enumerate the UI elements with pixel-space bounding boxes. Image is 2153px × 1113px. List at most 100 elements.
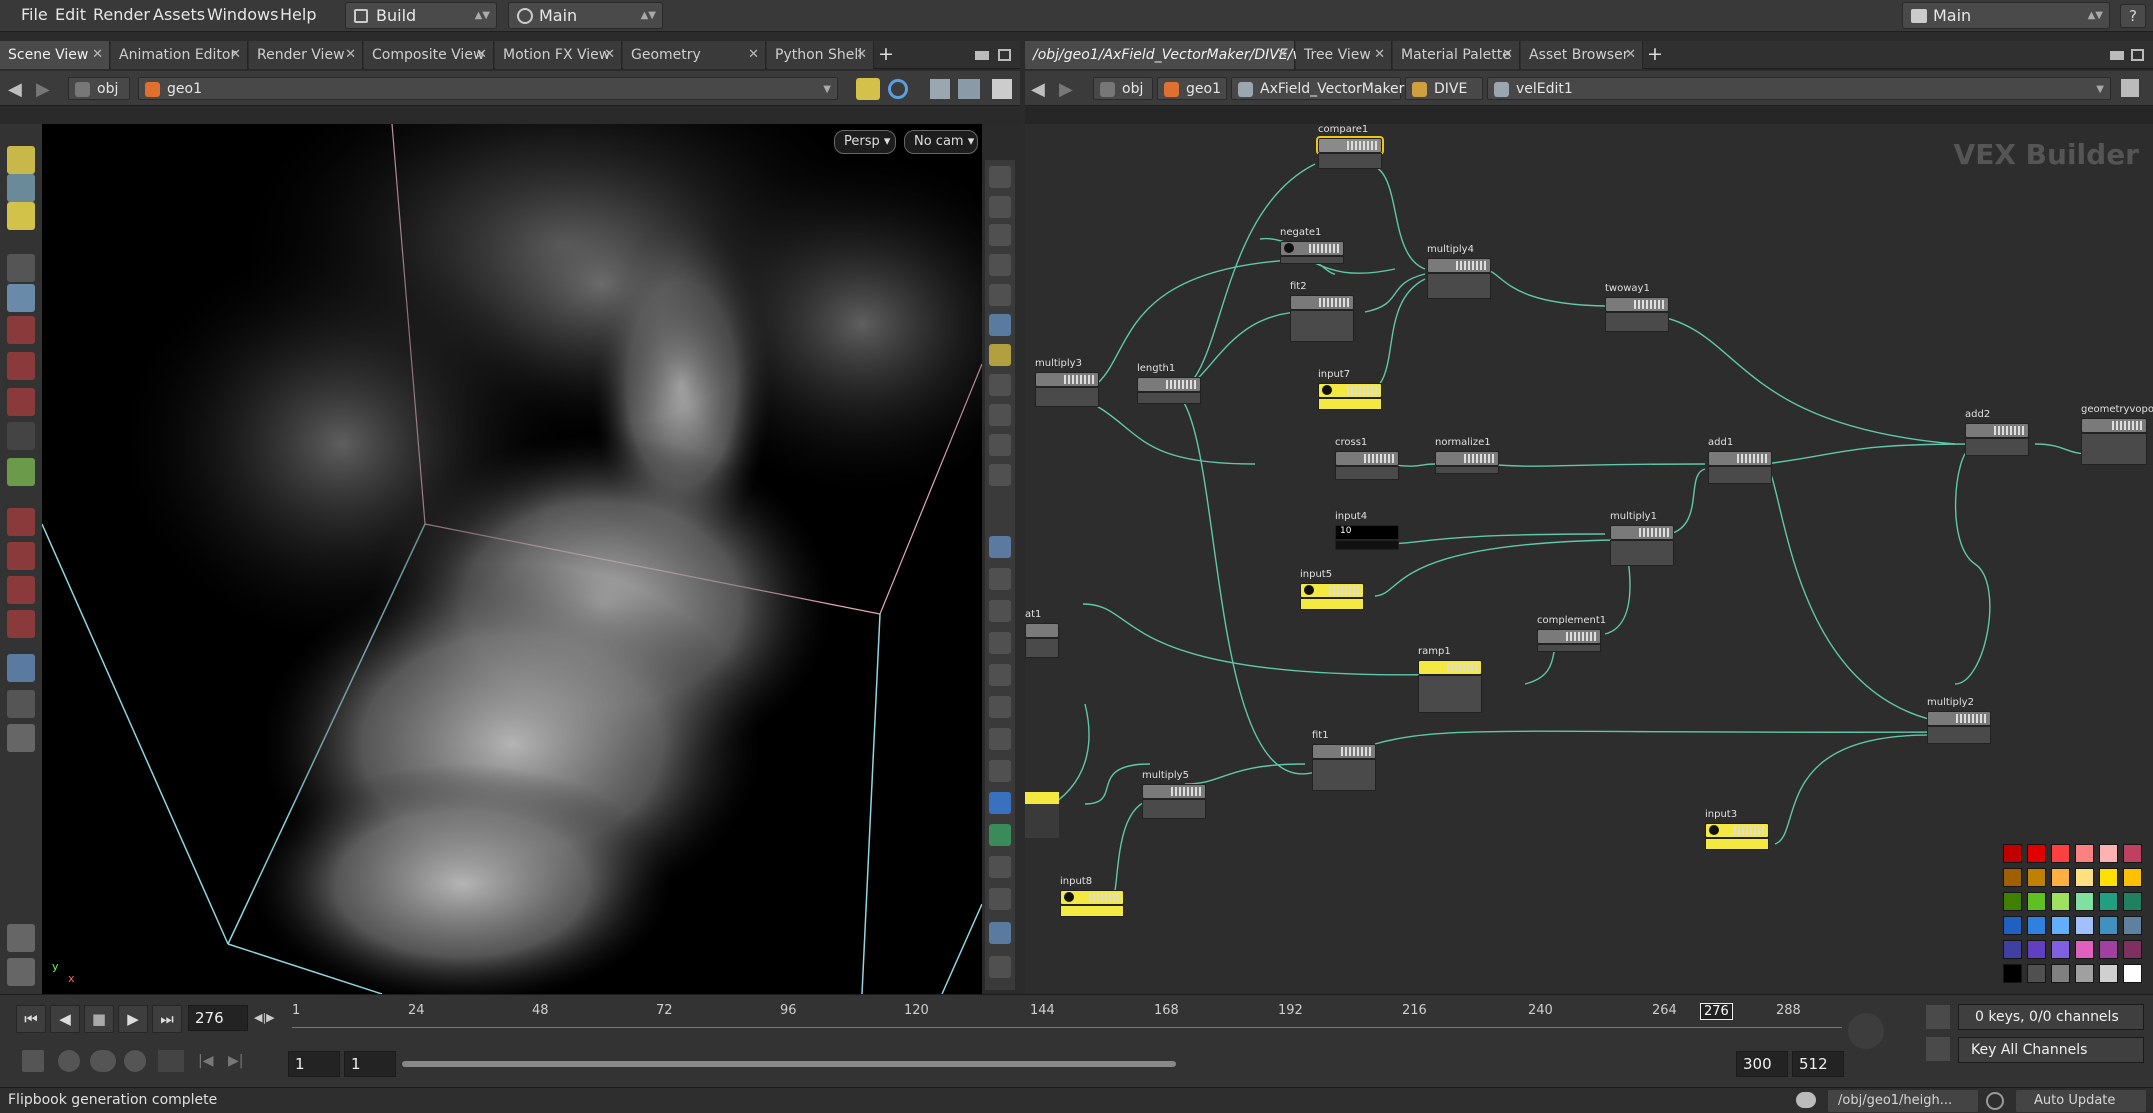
tab-render-view[interactable]: Render View ✕ xyxy=(249,41,363,69)
range-end2-field[interactable]: 512 xyxy=(1792,1051,1844,1077)
breadcrumb-geo1[interactable]: geo1 xyxy=(1157,77,1227,100)
color-swatch[interactable] xyxy=(2003,964,2022,983)
color-swatch[interactable] xyxy=(2027,940,2046,959)
primitive-numbers-icon[interactable] xyxy=(989,632,1011,654)
cam-menu[interactable]: No cam ▾ xyxy=(904,130,978,154)
color-swatch[interactable] xyxy=(2099,868,2118,887)
geometry-icon[interactable] xyxy=(7,202,35,230)
render-region-icon[interactable] xyxy=(7,690,35,718)
back-arrow-icon[interactable]: ◀ xyxy=(1031,79,1045,100)
color-swatch[interactable] xyxy=(2051,916,2070,935)
color-swatch[interactable] xyxy=(2027,964,2046,983)
color-swatch[interactable] xyxy=(2003,940,2022,959)
color-swatch[interactable] xyxy=(2075,844,2094,863)
color-swatch[interactable] xyxy=(2099,916,2118,935)
scene-viewport[interactable]: Persp ▾ No cam ▾ y x xyxy=(42,124,982,994)
menu-assets[interactable]: Assets xyxy=(153,5,205,24)
range-back-icon[interactable]: |◀ xyxy=(198,1053,213,1069)
close-icon[interactable]: ✕ xyxy=(1502,41,1513,69)
settings-gear-icon[interactable] xyxy=(989,956,1011,978)
tab-motion-fx-view[interactable]: Motion FX View ✕ xyxy=(495,41,622,69)
back-arrow-icon[interactable]: ◀ xyxy=(8,79,22,100)
color-swatch[interactable] xyxy=(2027,844,2046,863)
add-tab-button[interactable]: + xyxy=(1647,43,1663,65)
node-partial-yellow[interactable] xyxy=(1025,792,1059,838)
right-desktop-dropdown[interactable]: Main ▲▼ xyxy=(1902,2,2110,29)
lock-icon[interactable] xyxy=(7,284,35,312)
backface-icon[interactable] xyxy=(989,434,1011,456)
color-swatch[interactable] xyxy=(2075,916,2094,935)
close-icon[interactable]: ✕ xyxy=(748,41,759,69)
close-icon[interactable]: ✕ xyxy=(604,41,615,69)
color-swatch[interactable] xyxy=(2123,844,2142,863)
camera-icon[interactable] xyxy=(958,79,980,99)
frame-range-ticks[interactable] xyxy=(158,1050,184,1072)
pose-icon[interactable] xyxy=(7,458,35,486)
display-options-icon[interactable] xyxy=(888,79,908,99)
color-swatch[interactable] xyxy=(2051,844,2070,863)
context-dropdown[interactable]: Main ▲▼ xyxy=(508,2,663,29)
color-swatch[interactable] xyxy=(2003,916,2022,935)
tab-asset-browser[interactable]: Asset Browser ✕ xyxy=(1521,41,1643,69)
tools-icon[interactable] xyxy=(989,856,1011,878)
color-swatch[interactable] xyxy=(2123,868,2142,887)
range-start-field[interactable]: 1 xyxy=(288,1051,340,1077)
key-all-channels-dropdown[interactable]: Key All Channels xyxy=(1958,1037,2144,1063)
headlight-icon[interactable] xyxy=(989,344,1011,366)
pin-icon[interactable] xyxy=(2121,79,2139,97)
menu-render[interactable]: Render xyxy=(93,5,150,24)
breadcrumb-obj[interactable]: obj xyxy=(68,77,130,100)
light-link-icon[interactable] xyxy=(989,374,1011,396)
viewport-layout-icon[interactable] xyxy=(992,79,1012,99)
color-swatch[interactable] xyxy=(2099,844,2118,863)
tab-composite-view[interactable]: Composite View ✕ xyxy=(364,41,494,69)
point-icon[interactable] xyxy=(989,504,1011,526)
template-icon[interactable] xyxy=(989,824,1011,846)
range-start2-field[interactable]: 1 xyxy=(344,1051,396,1077)
menu-file[interactable]: File xyxy=(21,5,48,24)
lighting-icon[interactable] xyxy=(989,314,1011,336)
component-icon[interactable] xyxy=(7,174,35,202)
move-icon[interactable] xyxy=(7,316,35,344)
handle-icon[interactable] xyxy=(7,422,35,450)
magnet-icon[interactable] xyxy=(7,610,35,638)
color-swatch[interactable] xyxy=(2099,940,2118,959)
network-editor[interactable]: VEX Builder compare1 negate1 multiply4 f… xyxy=(1025,124,2153,994)
guide-icon[interactable] xyxy=(989,728,1011,750)
chat-icon[interactable] xyxy=(1796,1092,1816,1108)
add-tab-button[interactable]: + xyxy=(878,43,894,65)
pane-menu-icon[interactable] xyxy=(2110,51,2124,60)
color-swatch[interactable] xyxy=(2051,868,2070,887)
tab-tree-view[interactable]: Tree View ✕ xyxy=(1296,41,1392,69)
color-swatch[interactable] xyxy=(2027,892,2046,911)
color-swatch[interactable] xyxy=(2027,868,2046,887)
tab-scene-view[interactable]: Scene View ✕ xyxy=(0,41,110,69)
snap-curve-icon[interactable] xyxy=(7,542,35,570)
dropper-icon[interactable] xyxy=(989,568,1011,590)
close-icon[interactable]: ✕ xyxy=(1625,41,1636,69)
camera-menu[interactable]: Persp ▾ xyxy=(834,130,896,154)
jump-start-button[interactable]: ⏮ xyxy=(16,1005,46,1033)
frame-ruler[interactable]: 1 24 48 72 96 120 144 168 192 216 240 26… xyxy=(292,1003,1842,1037)
snap-point-icon[interactable] xyxy=(7,576,35,604)
jump-end-button[interactable]: ⏭ xyxy=(152,1005,182,1033)
ghost-icon[interactable] xyxy=(989,464,1011,486)
tab-network-velEdit1[interactable]: /obj/geo1/AxField_VectorMaker/DIVE/velEd… xyxy=(1025,41,1349,69)
close-icon[interactable]: ✕ xyxy=(1374,41,1385,69)
breadcrumb-veledit1[interactable]: velEdit1 ▼ xyxy=(1487,77,2111,100)
rotate-icon[interactable] xyxy=(7,352,35,380)
pane-menu-icon[interactable] xyxy=(975,51,989,60)
color-swatch[interactable] xyxy=(2123,964,2142,983)
status-path-dropdown[interactable]: /obj/geo1/heigh... xyxy=(1828,1090,1978,1112)
close-icon[interactable]: ✕ xyxy=(92,41,103,69)
breadcrumb-dive[interactable]: DIVE xyxy=(1405,77,1483,100)
cube-icon[interactable] xyxy=(930,79,950,99)
breadcrumb-axfield[interactable]: AxField_VectorMaker xyxy=(1231,77,1404,100)
help-button[interactable]: ? xyxy=(2120,4,2146,28)
auto-update-dropdown[interactable]: Auto Update xyxy=(2016,1090,2146,1112)
point-numbers-icon[interactable] xyxy=(989,600,1011,622)
color-swatch[interactable] xyxy=(2099,964,2118,983)
audio-button[interactable] xyxy=(58,1050,80,1072)
bounds-icon[interactable] xyxy=(989,792,1011,814)
close-icon[interactable]: ✕ xyxy=(1277,41,1288,69)
